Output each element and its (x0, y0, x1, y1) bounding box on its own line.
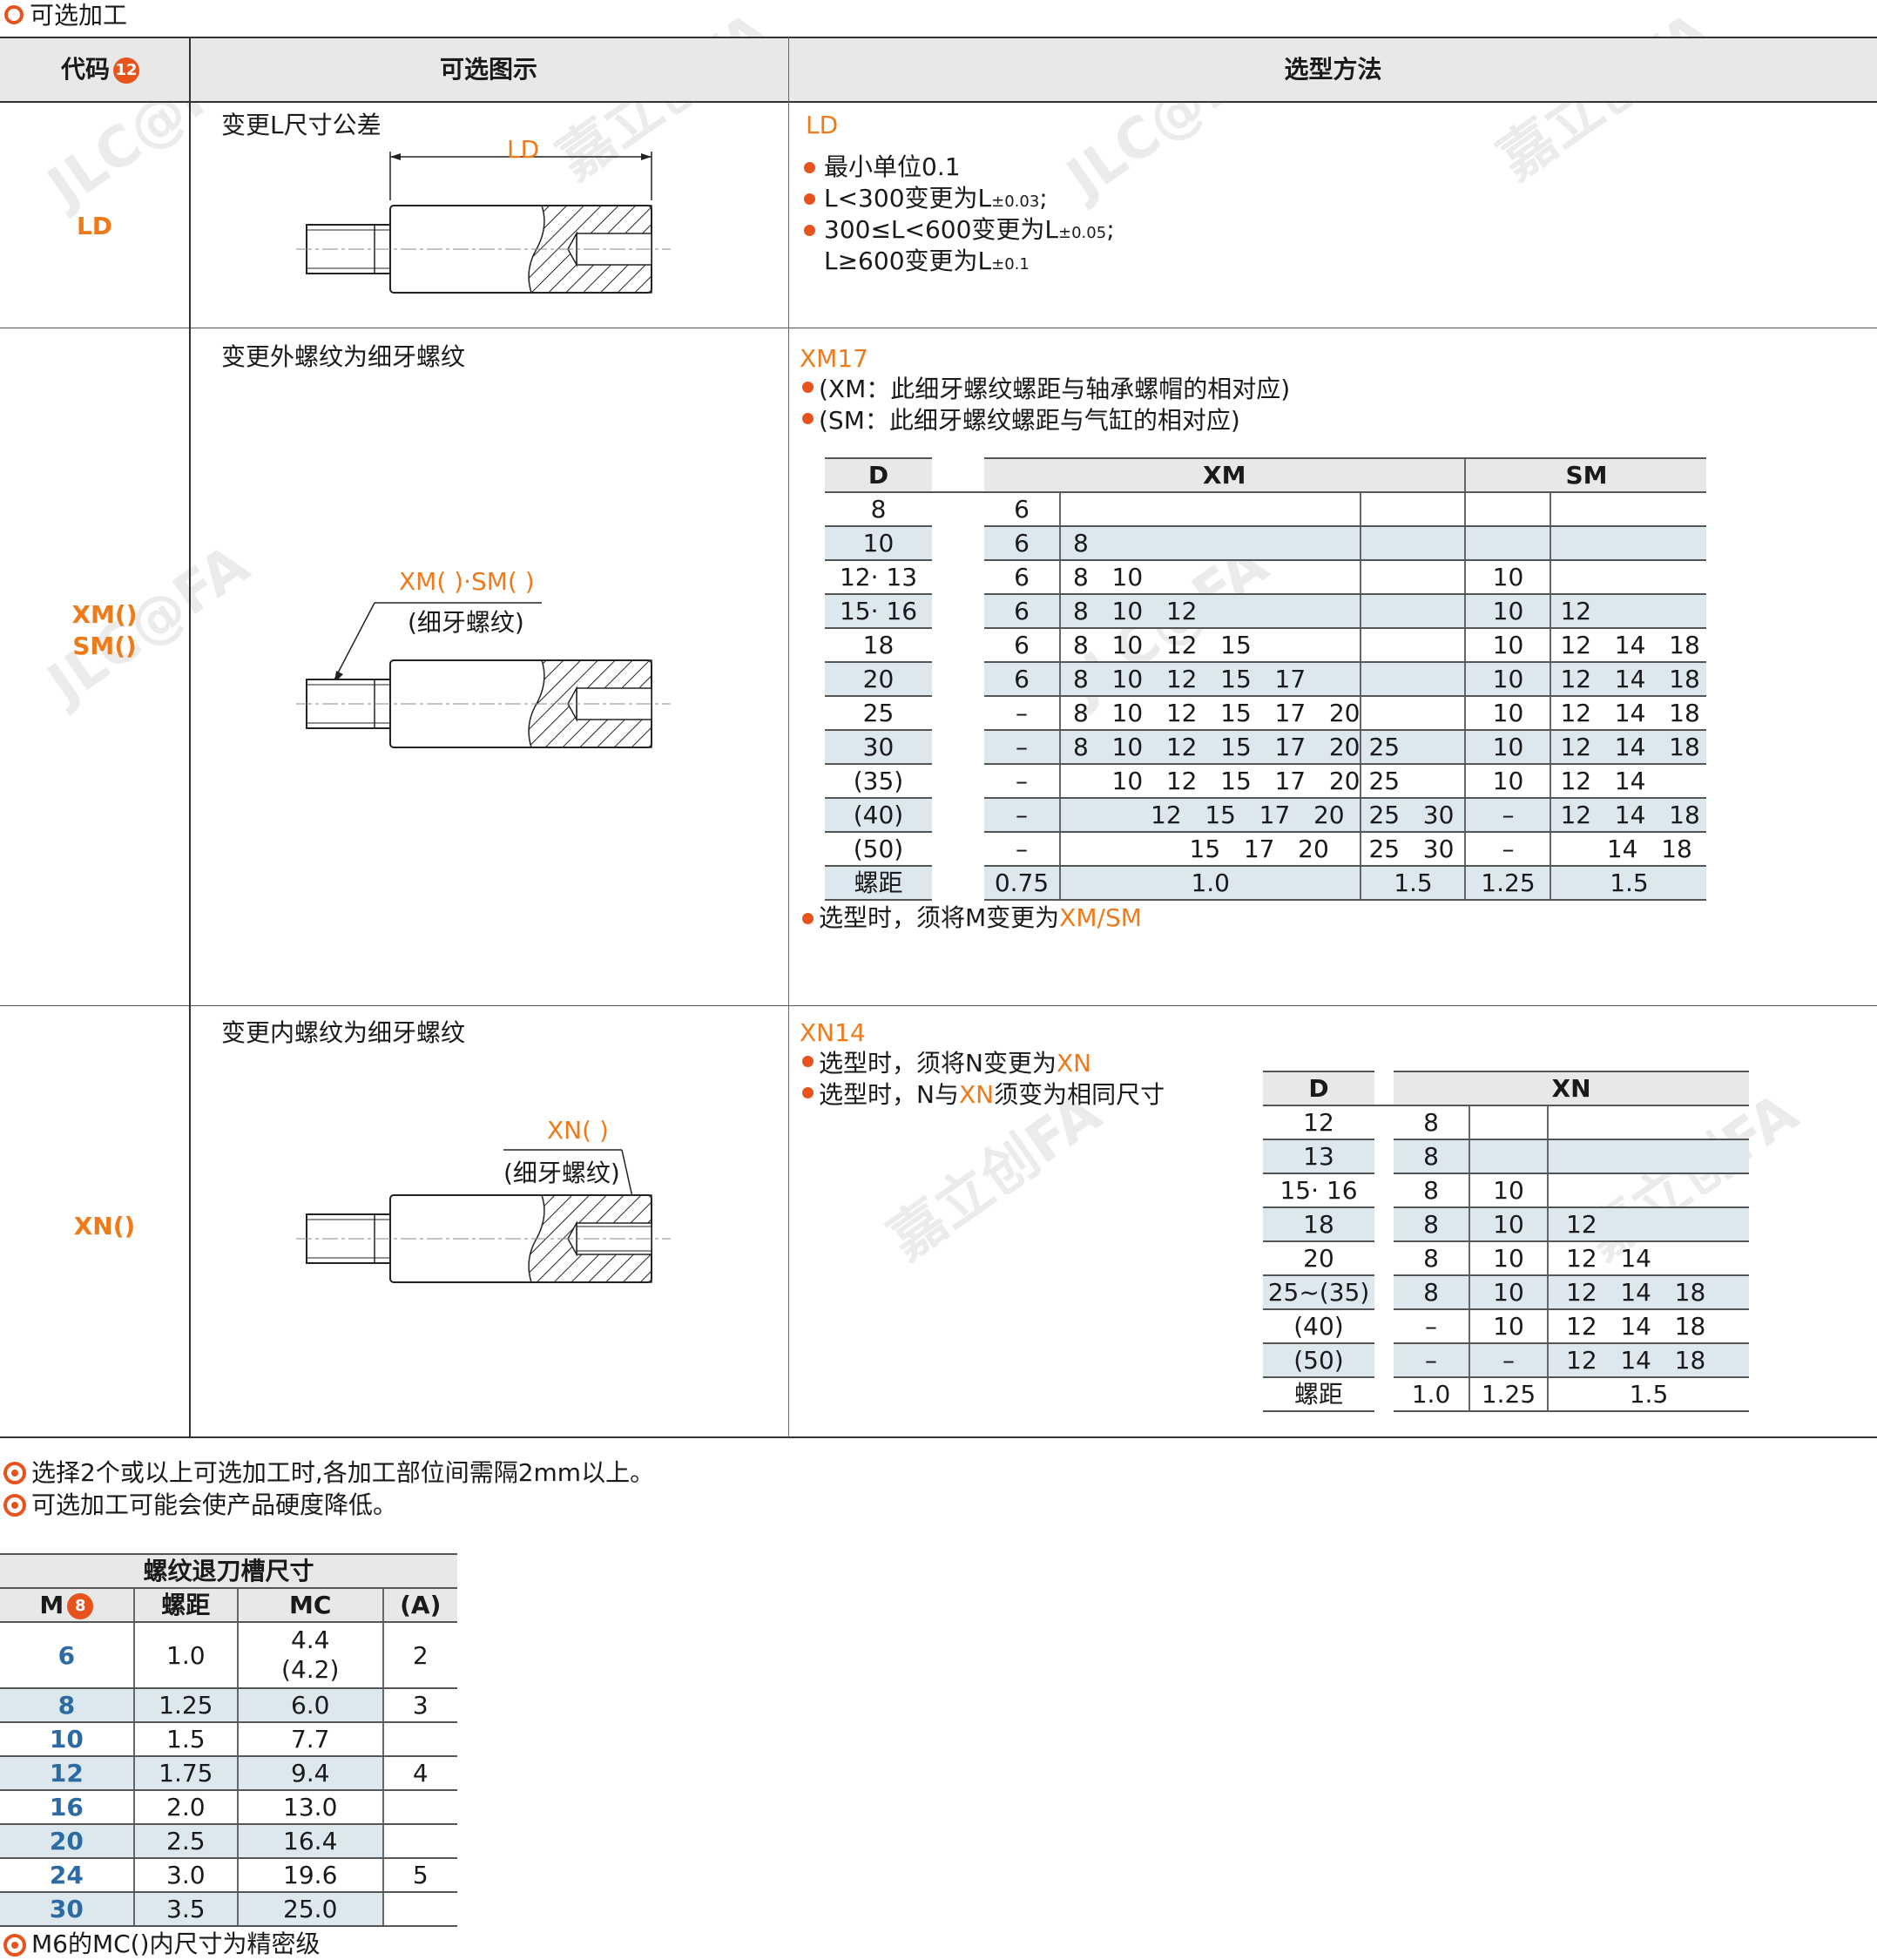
xm-table-header-xm: XM (984, 457, 1466, 493)
groove-table-row: 12 1.75 9.4 4 (0, 1756, 457, 1791)
footer-note: M6的MC()内尺寸为精密级 (31, 1930, 321, 1958)
xm-table-row: 25–8 10 12 15 17 20 10 12 14 18 (825, 696, 1707, 731)
bullet-icon (804, 162, 815, 173)
xn-table-header-d: D (1263, 1071, 1374, 1106)
groove-header-pitch: 螺距 (132, 1588, 238, 1623)
ld-bullet-4: L≥600变更为L±0.1 (824, 247, 1030, 275)
xn-table-row: 12 8 (1263, 1105, 1749, 1140)
xm-table-row: 18 6 8 10 12 15 10 12 14 18 (825, 628, 1707, 663)
code-badge-icon: 12 (113, 57, 140, 84)
xn-table-row: 20 8 10 12 14 (1263, 1241, 1749, 1276)
groove-table-row: 8 1.25 6.0 3 (0, 1688, 457, 1723)
xm-table-row: (35) – 10 12 15 17 20 25 10 12 14 (825, 764, 1707, 799)
note-circle-icon (3, 1462, 26, 1484)
diagram-title-xm: 变更外螺纹为细牙螺纹 (221, 342, 466, 371)
xm-table-header-sm: SM (1464, 457, 1707, 493)
bullet-icon (804, 225, 815, 236)
groove-table: 螺纹退刀槽尺寸 M8 螺距 MC (A) 6 1.0 4.4 (4.2) 2 8 1.25 6… (0, 1553, 457, 1927)
section-circle-icon (4, 5, 24, 24)
m-badge-icon: 8 (67, 1593, 94, 1619)
xm-table-row: 30–8 10 12 15 17 20 25 10 12 14 18 (825, 730, 1707, 765)
method-code-xm: XM17 (800, 344, 868, 373)
xm-note-2: (SM：此细牙螺纹螺距与气缸的相对应) (819, 406, 1240, 435)
note-2: 可选加工可能会使产品硬度降低。 (31, 1490, 398, 1519)
xm-note-1: (XM：此细牙螺纹螺距与轴承螺帽的相对应) (819, 375, 1291, 403)
xm-table-row: (40) – 12 15 17 20 25 30–12 14 18 (825, 798, 1707, 833)
groove-table-row: 24 3.0 19.6 5 (0, 1858, 457, 1893)
diagram-label-xn: XN( ) (547, 1116, 609, 1145)
bullet-icon (802, 1056, 814, 1067)
xm-table-row: (50) – 15 17 20 25 30– 14 18 (825, 832, 1707, 867)
ld-bullet-3: 300≤L<600变更为L±0.05; (824, 215, 1115, 244)
xm-footer: 选型时，须将M变更为XM/SM (819, 903, 1142, 932)
dim-label-ld: LD (507, 135, 540, 164)
method-code-xn: XN14 (800, 1018, 866, 1047)
xm-table-row: 12· 13 6 8 10 10 (825, 560, 1707, 595)
xn-table: D XN 12 8 13 8 15· 16 8 10 18 8 10 12 20 8 10 12 14 25~… (1263, 1071, 1749, 1412)
groove-table-row: 16 2.0 13.0 (0, 1790, 457, 1825)
ld-bullet-1: 最小单位0.1 (824, 152, 961, 181)
xn-table-row: 18 8 10 12 (1263, 1207, 1749, 1242)
shaft-diagram-xm (296, 602, 671, 748)
note-circle-icon (3, 1934, 26, 1957)
groove-header-mc: MC (236, 1588, 383, 1623)
xm-table-row: 86 (825, 492, 1707, 527)
diagram-title-xn: 变更内螺纹为细牙螺纹 (221, 1018, 466, 1047)
groove-table-row: 20 2.5 16.4 (0, 1824, 457, 1859)
xn-table-row: 25~(35) 8 10 12 14 18 (1263, 1275, 1749, 1310)
groove-header-m: M8 (0, 1588, 134, 1623)
shaft-diagram-ld (296, 152, 671, 294)
xn-table-row: 13 8 (1263, 1139, 1749, 1174)
bullet-icon (802, 913, 814, 924)
groove-table-title: 螺纹退刀槽尺寸 (0, 1553, 457, 1589)
section-title: 可选加工 (30, 1, 128, 30)
groove-table-row: 10 1.5 7.7 (0, 1722, 457, 1757)
shaft-diagram-xn (296, 1149, 671, 1283)
xn-table-row: (40) –10 12 14 18 (1263, 1309, 1749, 1344)
groove-table-row: 6 1.0 4.4 (4.2) 2 (0, 1622, 457, 1689)
xm-table-pitch-row: 螺距 0.75 1.0 1.5 1.25 1.5 (825, 866, 1707, 901)
code-ld: LD (76, 212, 113, 240)
xm-table-row: 15· 16 6 8 10 12 10 12 (825, 594, 1707, 629)
xm-table-header-d: D (825, 457, 932, 493)
header-method: 选型方法 (1284, 55, 1382, 84)
diagram-label-xm: XM( )·SM( ) (399, 567, 535, 596)
xn-table-pitch-row: 螺距 1.0 1.25 1.5 (1263, 1377, 1749, 1412)
code-xn: XN() (73, 1212, 136, 1240)
method-code-ld: LD (806, 111, 839, 139)
note-circle-icon (3, 1494, 26, 1517)
xm-table: D XM SM 8 6 10 6 8 12· 13 6 8 10 10 15· 16 6 8 10 1… (825, 457, 1707, 901)
groove-header-a: (A) (381, 1588, 457, 1623)
bullet-icon (804, 193, 815, 205)
xn-table-header-xn: XN (1394, 1071, 1749, 1106)
xm-table-row: 10 6 8 (825, 526, 1707, 561)
bullet-icon (802, 1087, 814, 1098)
code-xm: XM() SM() (71, 600, 138, 660)
bullet-icon (802, 382, 814, 393)
header-code: 代码 12 (61, 54, 140, 85)
note-1: 选择2个或以上可选加工时,各加工部位间需隔2mm以上。 (31, 1458, 655, 1487)
ld-bullet-2: L<300变更为L±0.03; (824, 184, 1048, 213)
header-diagram: 可选图示 (439, 55, 537, 84)
xn-note-2: 选型时，N与XN须变为相同尺寸 (819, 1080, 1165, 1109)
groove-table-row: 30 3.5 25.0 (0, 1892, 457, 1927)
xn-table-row: 15· 16 8 10 (1263, 1173, 1749, 1208)
xn-note-1: 选型时，须将N变更为XN (819, 1049, 1092, 1078)
bullet-icon (802, 413, 814, 424)
xm-table-row: 20 6 8 10 12 15 17 10 12 14 18 (825, 662, 1707, 697)
xn-table-row: (50) – –12 14 18 (1263, 1343, 1749, 1378)
